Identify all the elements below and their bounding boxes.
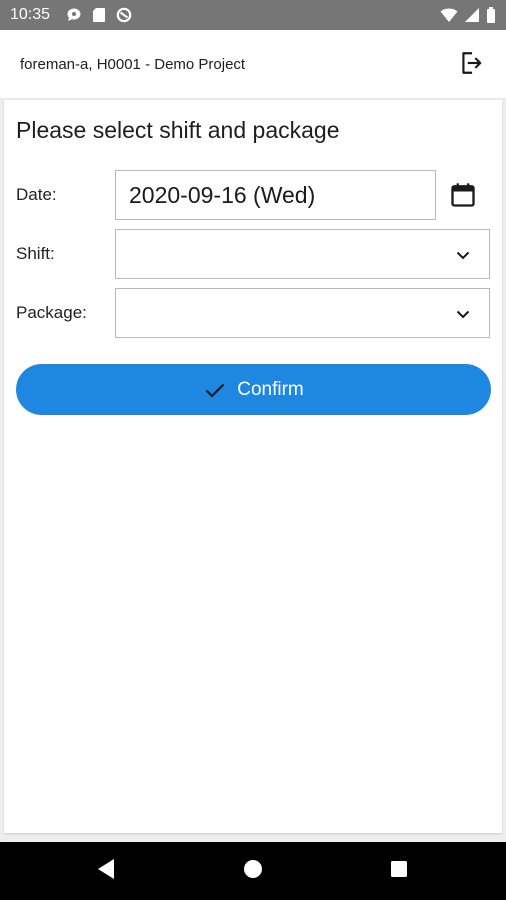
chevron-down-icon: [455, 247, 471, 263]
package-label: Package:: [16, 303, 87, 322]
shift-label: Shift:: [16, 244, 55, 263]
app-title: foreman-a, H0001 - Demo Project: [20, 56, 246, 73]
navigation-bar: [0, 842, 506, 900]
chevron-down-icon: [455, 306, 471, 322]
shift-select[interactable]: [115, 229, 490, 279]
back-button[interactable]: [92, 857, 120, 885]
back-icon: [96, 858, 116, 885]
status-time: 10:35: [10, 6, 51, 23]
logout-icon: [458, 50, 484, 81]
app-bar: foreman-a, H0001 - Demo Project: [0, 30, 506, 99]
data-saver-icon: [116, 7, 132, 23]
status-bar: 10:35: [0, 0, 506, 30]
confirm-button[interactable]: Confirm: [16, 364, 491, 415]
date-field[interactable]: 2020-09-16 (Wed): [115, 170, 436, 220]
battery-icon: [486, 7, 496, 23]
sd-card-icon: [92, 7, 106, 23]
date-label: Date:: [16, 185, 57, 204]
confirm-label: Confirm: [237, 378, 304, 400]
checkmark-icon: [203, 378, 227, 402]
home-icon: [243, 859, 263, 884]
recents-icon: [390, 860, 408, 883]
signal-icon: [464, 7, 480, 23]
calendar-button[interactable]: [448, 182, 478, 212]
form-card: Please select shift and package Date: 20…: [4, 100, 502, 833]
package-select[interactable]: [115, 288, 490, 338]
logout-button[interactable]: [456, 50, 486, 80]
calendar-icon: [449, 181, 477, 214]
wifi-icon: [440, 7, 458, 23]
chat-bubble-icon: [66, 7, 82, 23]
status-notification-icons: [66, 7, 132, 23]
recents-button[interactable]: [385, 857, 413, 885]
home-button[interactable]: [239, 857, 267, 885]
page-title: Please select shift and package: [16, 117, 340, 143]
status-system-icons: [440, 7, 496, 23]
